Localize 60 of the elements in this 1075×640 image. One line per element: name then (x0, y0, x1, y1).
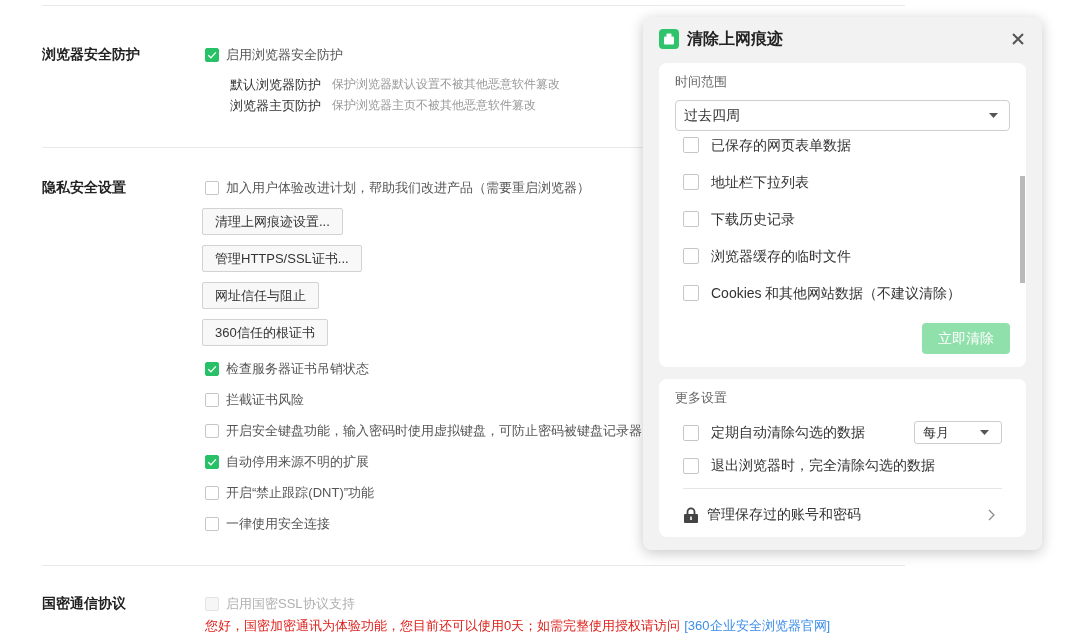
feature-description: 保护浏览器默认设置不被其他恶意软件篡改 (332, 76, 560, 93)
bag-icon (659, 29, 679, 49)
option-label: 一律使用安全连接 (226, 514, 330, 533)
checkbox[interactable] (683, 457, 699, 474)
checkbox[interactable] (205, 423, 219, 438)
option-label: 自动停用来源不明的扩展 (226, 452, 369, 471)
feature-name: 浏览器主页防护 (230, 96, 321, 115)
card-title: 更多设置 (675, 389, 727, 407)
checkbox[interactable] (683, 424, 699, 441)
checkbox[interactable] (683, 284, 699, 301)
checkbox[interactable] (683, 136, 699, 153)
checkbox[interactable] (205, 180, 219, 195)
dialog-title: 清除上网痕迹 (687, 28, 783, 49)
chevron-right-icon (988, 509, 995, 521)
option-label: 开启安全键盘功能，输入密码时使用虚拟键盘，可防止密码被键盘记录器 (226, 421, 642, 440)
check-icon (207, 49, 217, 60)
checkbox[interactable] (205, 392, 219, 407)
caret-down-icon (989, 113, 998, 118)
frequency-dropdown[interactable]: 每月 (914, 421, 1002, 444)
settings-button[interactable]: 管理HTTPS/SSL证书... (202, 245, 362, 272)
option-label: 地址栏下拉列表 (711, 172, 809, 191)
feature-name: 默认浏览器防护 (230, 75, 321, 94)
checkbox[interactable] (205, 485, 219, 500)
checkbox[interactable] (205, 47, 219, 62)
field-label: 时间范围 (675, 73, 727, 91)
settings-button[interactable]: 清理上网痕迹设置... (202, 208, 343, 235)
section-title: 国密通信协议 (42, 595, 126, 613)
option-label: 启用国密SSL协议支持 (226, 594, 355, 613)
check-icon (207, 456, 217, 467)
option-label: Cookies 和其他网站数据（不建议清除） (711, 283, 962, 302)
check-icon (207, 363, 217, 374)
section-title: 隐私安全设置 (42, 179, 126, 197)
option-label: 浏览器缓存的临时文件 (711, 246, 851, 265)
checkbox[interactable] (683, 210, 699, 227)
manage-passwords-link[interactable]: 管理保存过的账号和密码 (684, 497, 1002, 533)
option-label: 开启“禁止跟踪(DNT)”功能 (226, 483, 375, 502)
option-label: 下载历史记录 (711, 209, 795, 228)
checkbox[interactable] (683, 247, 699, 264)
notice-text: 您好，国密加密通讯为体验功能，您目前还可以使用0天；如需完整使用授权请访问 [360企业安全浏览器官网] (205, 617, 831, 635)
lock-icon (684, 507, 698, 523)
section-title: 浏览器安全防护 (42, 46, 140, 64)
checkbox[interactable] (205, 516, 219, 531)
option-label: 检查服务器证书吊销状态 (226, 359, 369, 378)
option-label: 定期自动清除勾选的数据 (711, 423, 865, 442)
settings-button[interactable]: 网址信任与阻止 (202, 282, 319, 309)
feature-description: 保护浏览器主页不被其他恶意软件篡改 (332, 97, 536, 114)
time-range-dropdown[interactable]: 过去四周 (675, 100, 1010, 131)
checkbox[interactable] (205, 361, 219, 376)
website-link[interactable]: [360企业安全浏览器官网] (684, 618, 831, 633)
option-label: 退出浏览器时，完全清除勾选的数据 (711, 456, 935, 475)
scrollbar-thumb[interactable] (1020, 176, 1025, 283)
option-label: 已保存的网页表单数据 (711, 135, 851, 154)
close-icon[interactable] (1012, 33, 1024, 45)
checkbox[interactable] (683, 173, 699, 190)
caret-down-icon (980, 430, 989, 435)
option-label: 加入用户体验改进计划，帮助我们改进产品（需要重启浏览器） (226, 178, 590, 197)
option-label: 拦截证书风险 (226, 390, 304, 409)
checkbox[interactable] (205, 454, 219, 469)
option-label: 启用浏览器安全防护 (226, 45, 343, 64)
settings-button[interactable]: 360信任的根证书 (202, 319, 328, 346)
